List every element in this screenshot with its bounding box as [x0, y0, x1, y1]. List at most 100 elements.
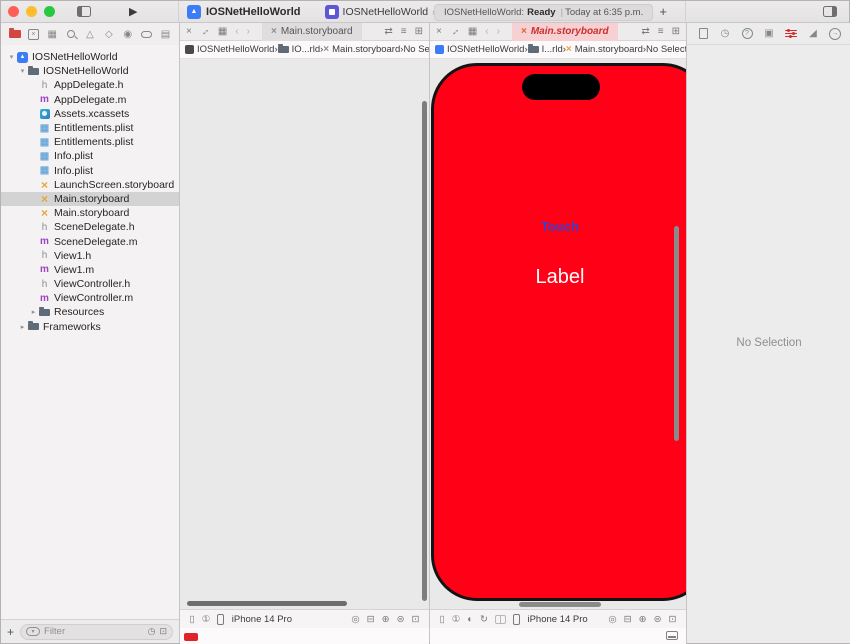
- file-row[interactable]: ▾IOSNetHelloWorld: [1, 64, 179, 78]
- file-row[interactable]: mAppDelegate.m: [1, 93, 179, 107]
- horizontal-scrollbar[interactable]: [519, 602, 601, 607]
- file-row[interactable]: mViewController.m: [1, 291, 179, 305]
- scheme-selector[interactable]: IOSNetHelloWorld: [343, 6, 429, 18]
- breadcrumb-item[interactable]: No Selection: [403, 44, 429, 55]
- back-icon[interactable]: ‹: [485, 26, 488, 37]
- orientation-icon[interactable]: ↻: [480, 614, 488, 625]
- close-window-button[interactable]: [8, 6, 19, 17]
- filter-field[interactable]: ▾ Filter ◷ ⊡: [20, 624, 173, 640]
- quick-help-inspector-icon[interactable]: ?: [741, 27, 754, 40]
- editor-grid-icon[interactable]: ▦: [468, 26, 477, 37]
- close-editor-icon[interactable]: ×: [186, 26, 192, 37]
- breakpoints-navigator-icon[interactable]: [140, 28, 153, 41]
- device-name[interactable]: iPhone 14 Pro: [232, 614, 292, 625]
- file-row[interactable]: mSceneDelegate.m: [1, 234, 179, 248]
- file-row[interactable]: ▸Frameworks: [1, 320, 179, 334]
- file-inspector-icon[interactable]: [697, 27, 710, 40]
- update-frames-icon[interactable]: ◎: [608, 614, 616, 625]
- disclosure-chevron-icon[interactable]: ▸: [18, 323, 27, 331]
- scm-filter-icon[interactable]: ⊡: [159, 626, 167, 637]
- file-row[interactable]: ▾▲IOSNetHelloWorld: [1, 50, 179, 64]
- close-editor-icon[interactable]: ×: [436, 26, 442, 37]
- device-name[interactable]: iPhone 14 Pro: [527, 614, 587, 625]
- tests-navigator-icon[interactable]: ◇: [102, 28, 115, 41]
- add-constraints-icon[interactable]: ⊕: [639, 614, 647, 625]
- disclosure-chevron-icon[interactable]: ▾: [7, 53, 16, 61]
- project-navigator-icon[interactable]: [8, 28, 21, 41]
- file-row[interactable]: ▦Entitlements.plist: [1, 121, 179, 135]
- embed-icon[interactable]: ⊡: [669, 614, 677, 625]
- file-row[interactable]: ▦Info.plist: [1, 149, 179, 163]
- vertical-scrollbar[interactable]: [674, 226, 679, 441]
- adaptation-icon[interactable]: ①: [452, 614, 461, 625]
- identity-inspector-icon[interactable]: ▣: [763, 27, 776, 40]
- fullscreen-editor-icon[interactable]: ↔: [447, 24, 462, 39]
- editor-grid-icon[interactable]: ▦: [218, 26, 227, 37]
- main-label[interactable]: Label: [434, 266, 686, 289]
- file-row[interactable]: ▦Entitlements.plist: [1, 135, 179, 149]
- history-inspector-icon[interactable]: ◷: [719, 27, 732, 40]
- touch-button[interactable]: Touch: [434, 219, 686, 234]
- adaptation-icon[interactable]: ①: [202, 614, 211, 625]
- resolve-autolayout-icon[interactable]: ⊜: [397, 614, 405, 625]
- navigator-toggle-icon[interactable]: [77, 6, 91, 17]
- file-row[interactable]: ×Main.storyboard: [1, 206, 179, 220]
- file-row[interactable]: hAppDelegate.h: [1, 78, 179, 92]
- recent-files-icon[interactable]: ◷: [148, 626, 156, 637]
- add-editor-icon[interactable]: ⊞: [415, 26, 423, 37]
- horizontal-scrollbar[interactable]: [187, 601, 347, 606]
- breadcrumb-item[interactable]: I...rld: [528, 44, 563, 55]
- file-row[interactable]: hSceneDelegate.h: [1, 220, 179, 234]
- tab-main-storyboard-active[interactable]: × Main.storyboard: [512, 23, 618, 41]
- debug-area-toggle-icon[interactable]: [666, 631, 678, 640]
- symbols-navigator-icon[interactable]: ▦: [46, 28, 59, 41]
- breadcrumb-item[interactable]: IOSNetHelloWorld: [435, 44, 524, 55]
- add-file-button[interactable]: +: [7, 625, 14, 639]
- add-constraints-icon[interactable]: ⊕: [382, 614, 390, 625]
- breadcrumb-item[interactable]: ×Main.storyboard: [566, 44, 643, 55]
- file-row[interactable]: ▦Info.plist: [1, 164, 179, 178]
- resolve-autolayout-icon[interactable]: ⊜: [654, 614, 662, 625]
- update-frames-icon[interactable]: ◎: [351, 614, 359, 625]
- issues-navigator-icon[interactable]: △: [84, 28, 97, 41]
- outline-toggle-icon[interactable]: ▯: [440, 614, 445, 625]
- file-row[interactable]: ▸Resources: [1, 305, 179, 319]
- search-navigator-icon[interactable]: [65, 28, 78, 41]
- storyboard-canvas-left[interactable]: [180, 59, 429, 609]
- breadcrumb-item[interactable]: IO...rld: [278, 44, 321, 55]
- debug-navigator-icon[interactable]: ◉: [121, 28, 134, 41]
- adjust-editor-icon[interactable]: ≡: [401, 26, 407, 37]
- storyboard-canvas-right[interactable]: Touch Label: [430, 59, 686, 609]
- outline-toggle-icon[interactable]: ▯: [190, 614, 195, 625]
- appearance-icon[interactable]: ◐: [467, 614, 473, 625]
- file-row[interactable]: ×LaunchScreen.storyboard: [1, 178, 179, 192]
- source-control-navigator-icon[interactable]: ×: [27, 28, 40, 41]
- code-review-icon[interactable]: ⇄: [384, 26, 392, 37]
- disclosure-chevron-icon[interactable]: ▾: [18, 67, 27, 75]
- adjust-editor-icon[interactable]: ≡: [658, 26, 664, 37]
- reports-navigator-icon[interactable]: ▤: [159, 28, 172, 41]
- inspector-toggle-icon[interactable]: [823, 6, 837, 17]
- vertical-scrollbar[interactable]: [422, 101, 427, 601]
- forward-icon[interactable]: ›: [247, 26, 250, 37]
- add-tab-button[interactable]: +: [659, 4, 667, 19]
- disclosure-chevron-icon[interactable]: ▸: [29, 308, 38, 316]
- file-row[interactable]: Assets.xcassets: [1, 107, 179, 121]
- file-row[interactable]: mView1.m: [1, 263, 179, 277]
- code-review-icon[interactable]: ⇄: [641, 26, 649, 37]
- align-icon[interactable]: ⊟: [367, 614, 375, 625]
- run-button[interactable]: ▶: [129, 5, 137, 18]
- breadcrumb-item[interactable]: ×Main.storyboard: [323, 44, 400, 55]
- iphone-canvas[interactable]: Touch Label: [431, 63, 686, 601]
- size-inspector-icon[interactable]: ◢: [807, 27, 820, 40]
- minimize-window-button[interactable]: [26, 6, 37, 17]
- forward-icon[interactable]: ›: [497, 26, 500, 37]
- file-row[interactable]: hViewController.h: [1, 277, 179, 291]
- fullscreen-editor-icon[interactable]: ↔: [197, 24, 212, 39]
- breadcrumb-item[interactable]: IOSNetHelloWorld: [185, 44, 274, 55]
- connections-inspector-icon[interactable]: →: [829, 27, 842, 40]
- add-editor-icon[interactable]: ⊞: [672, 26, 680, 37]
- file-row[interactable]: ×Main.storyboard: [1, 192, 179, 206]
- file-row[interactable]: hView1.h: [1, 249, 179, 263]
- tab-main-storyboard[interactable]: × Main.storyboard: [262, 23, 362, 41]
